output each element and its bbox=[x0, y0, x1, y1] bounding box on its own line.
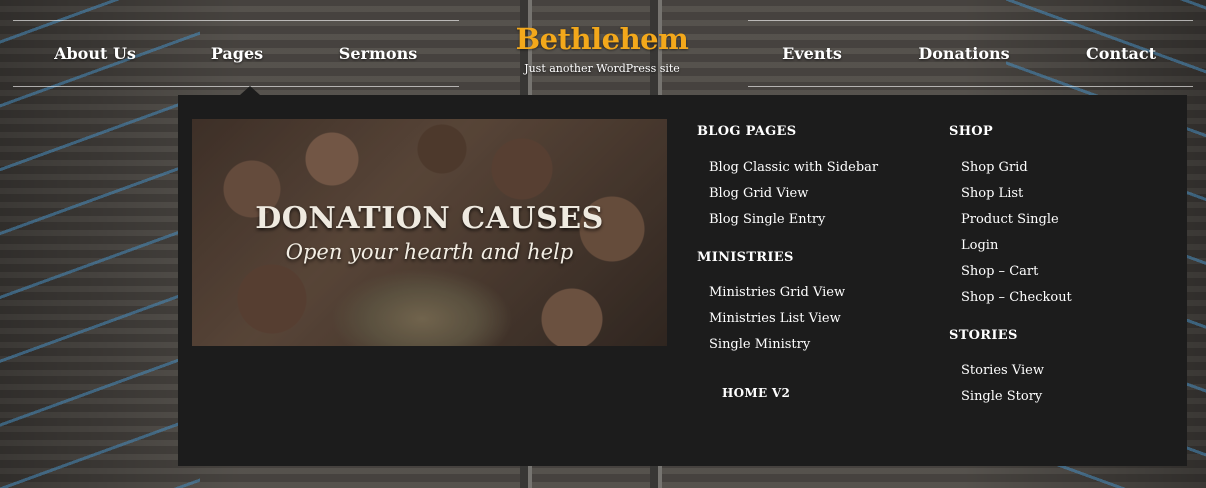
nav-left-top-rule bbox=[13, 20, 459, 21]
menu-link-stories-view[interactable]: Stories View bbox=[961, 363, 1044, 378]
menu-link-ministries-grid[interactable]: Ministries Grid View bbox=[709, 285, 845, 300]
ministries-heading: MINISTRIES bbox=[697, 250, 794, 265]
nav-pages[interactable]: Pages bbox=[187, 44, 287, 66]
menu-link-product-single[interactable]: Product Single bbox=[961, 212, 1059, 227]
dropdown-caret bbox=[240, 86, 260, 95]
menu-link-login[interactable]: Login bbox=[961, 238, 998, 253]
nav-left-bottom-rule bbox=[13, 86, 459, 87]
nav-about-us[interactable]: About Us bbox=[40, 44, 150, 66]
menu-link-shop-list[interactable]: Shop List bbox=[961, 186, 1023, 201]
menu-link-blog-grid[interactable]: Blog Grid View bbox=[709, 186, 808, 201]
nav-right-top-rule bbox=[748, 20, 1193, 21]
site-tagline: Just another WordPress site bbox=[524, 62, 680, 75]
menu-link-blog-classic[interactable]: Blog Classic with Sidebar bbox=[709, 160, 878, 175]
background-cables-left bbox=[0, 0, 200, 488]
stories-heading: STORIES bbox=[949, 328, 1018, 343]
menu-link-single-story[interactable]: Single Story bbox=[961, 389, 1042, 404]
pages-mega-menu: DONATION CAUSES Open your hearth and hel… bbox=[178, 95, 1187, 466]
nav-contact[interactable]: Contact bbox=[1071, 44, 1171, 66]
donation-causes-banner[interactable]: DONATION CAUSES Open your hearth and hel… bbox=[192, 119, 667, 346]
nav-sermons[interactable]: Sermons bbox=[320, 44, 436, 66]
shop-heading: SHOP bbox=[949, 124, 993, 139]
blog-pages-heading: BLOG PAGES bbox=[697, 124, 797, 139]
site-title[interactable]: Bethlehem bbox=[512, 22, 692, 56]
banner-subtitle: Open your hearth and help bbox=[285, 240, 574, 264]
menu-link-ministries-list[interactable]: Ministries List View bbox=[709, 311, 841, 326]
banner-title: DONATION CAUSES bbox=[255, 201, 604, 236]
menu-link-shop-grid[interactable]: Shop Grid bbox=[961, 160, 1028, 175]
menu-link-shop-cart[interactable]: Shop – Cart bbox=[961, 264, 1038, 279]
nav-right-bottom-rule bbox=[748, 86, 1193, 87]
nav-events[interactable]: Events bbox=[762, 44, 862, 66]
menu-link-single-ministry[interactable]: Single Ministry bbox=[709, 337, 810, 352]
menu-link-shop-checkout[interactable]: Shop – Checkout bbox=[961, 290, 1072, 305]
nav-donations[interactable]: Donations bbox=[904, 44, 1024, 66]
menu-link-home-v2[interactable]: HOME V2 bbox=[722, 386, 790, 400]
menu-link-blog-single[interactable]: Blog Single Entry bbox=[709, 212, 825, 227]
